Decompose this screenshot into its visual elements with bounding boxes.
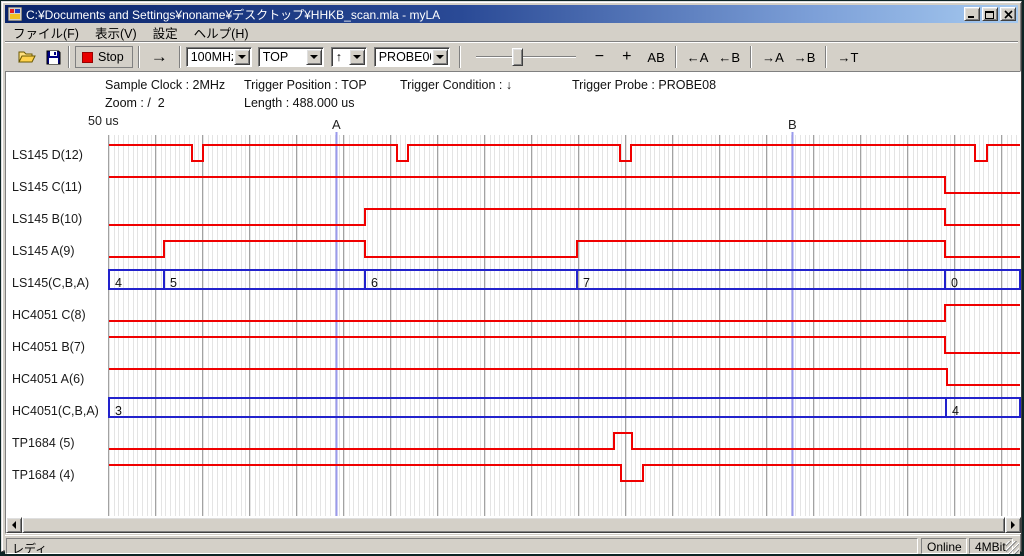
toolbar-separator xyxy=(825,46,827,68)
trigger-probe-value: PROBE00 xyxy=(375,50,431,64)
zoom-info: Zoom : / 2 xyxy=(105,96,165,110)
menu-item-3[interactable]: ヘルプ(H) xyxy=(186,21,257,44)
zoom-slider[interactable] xyxy=(476,47,576,67)
goto-b-right-button[interactable]: →B xyxy=(789,49,821,66)
channel-label: HC4051(C,B,A) xyxy=(12,403,99,419)
waveform-svg: A B 4 5 6 7 0 3 4 xyxy=(2,112,1024,518)
channel-label: LS145 C(11) xyxy=(12,179,82,195)
toolbar-separator xyxy=(675,46,677,68)
app-window: C:¥Documents and Settings¥noname¥デスクトップ¥… xyxy=(1,1,1022,552)
channel-label: LS145 B(10) xyxy=(12,211,82,227)
trigger-probe-combo[interactable]: PROBE00 xyxy=(374,47,450,67)
save-floppy-icon xyxy=(46,50,61,65)
zoom-out-button[interactable]: − xyxy=(590,47,609,67)
toolbar-separator xyxy=(179,46,181,68)
sample-rate-value: 100MHz xyxy=(187,50,233,64)
bus-value: 7 xyxy=(583,276,590,290)
goto-b-left-button[interactable]: ←B xyxy=(713,49,745,66)
stop-label: Stop xyxy=(98,50,124,64)
scrollbar-thumb[interactable] xyxy=(22,517,1005,533)
goto-a-right-button[interactable]: →A xyxy=(757,49,789,66)
trigger-edge-combo[interactable]: ↑ xyxy=(331,47,367,67)
goto-trigger-button[interactable]: →T xyxy=(832,49,863,66)
channel-label: HC4051 A(6) xyxy=(12,371,84,387)
chevron-down-icon[interactable] xyxy=(234,49,250,65)
chevron-down-icon[interactable] xyxy=(349,49,365,65)
toolbar-separator xyxy=(68,46,70,68)
channel-label: HC4051 C(8) xyxy=(12,307,86,323)
marker-A-label: A xyxy=(332,117,341,132)
trigger-position-combo[interactable]: TOP xyxy=(258,47,324,67)
trigger-position-value: TOP xyxy=(259,50,305,64)
chevron-down-icon[interactable] xyxy=(306,49,322,65)
triangle-right-icon xyxy=(1011,521,1015,529)
bus-value: 4 xyxy=(952,404,959,418)
horizontal-scrollbar[interactable] xyxy=(6,517,1021,533)
trigger-position-info: Trigger Position : TOP xyxy=(244,78,367,92)
toolbar-separator xyxy=(750,46,752,68)
online-status: Online xyxy=(921,538,967,554)
bus-value: 4 xyxy=(115,276,122,290)
scroll-left-button[interactable] xyxy=(6,517,22,533)
close-icon xyxy=(1004,10,1013,19)
ab-button[interactable]: AB xyxy=(642,49,669,66)
triangle-left-icon xyxy=(12,521,16,529)
save-button[interactable] xyxy=(43,48,63,66)
toolbar-separator xyxy=(459,46,461,68)
maximize-button[interactable] xyxy=(982,7,998,21)
bus-value: 6 xyxy=(371,276,378,290)
minimize-icon xyxy=(967,10,977,19)
resize-grip[interactable] xyxy=(1006,541,1019,554)
stop-icon xyxy=(82,52,93,63)
run-button[interactable]: → xyxy=(145,47,174,67)
trigger-condition-info: Trigger Condition : ↓ xyxy=(400,78,512,92)
tool-bar: Stop → 100MHz TOP ↑ PROBE00 xyxy=(5,43,1018,71)
waveform-area: 50 us AB4567034LS145 D(12)LS145 C(11)LS1… xyxy=(2,112,1024,518)
menu-item-0[interactable]: ファイル(F) xyxy=(5,21,87,44)
zoom-slider-thumb[interactable] xyxy=(512,48,523,66)
menu-bar: ファイル(F)表示(V)設定ヘルプ(H) xyxy=(5,23,1018,42)
zoom-in-button[interactable]: + xyxy=(617,47,636,67)
trigger-edge-value: ↑ xyxy=(332,50,348,64)
menu-item-2[interactable]: 設定 xyxy=(145,21,186,44)
channel-label: LS145(C,B,A) xyxy=(12,275,89,291)
menu-item-1[interactable]: 表示(V) xyxy=(87,21,145,44)
minimize-button[interactable] xyxy=(964,7,980,21)
bus-value: 3 xyxy=(115,404,122,418)
maximize-icon xyxy=(985,10,995,19)
bus-value: 0 xyxy=(951,276,958,290)
channel-label: LS145 D(12) xyxy=(12,147,83,163)
goto-a-left-button[interactable]: ←A xyxy=(682,49,714,66)
stop-button[interactable]: Stop xyxy=(75,46,133,68)
channel-label: HC4051 B(7) xyxy=(12,339,85,355)
close-button[interactable] xyxy=(1000,7,1016,21)
status-bar: レディ Online 4MBit xyxy=(5,535,1020,554)
channel-label: TP1684 (4) xyxy=(12,467,75,483)
app-icon[interactable] xyxy=(8,7,22,21)
bus-value: 5 xyxy=(170,276,177,290)
length-info: Length : 488.000 us xyxy=(244,96,355,110)
scroll-right-button[interactable] xyxy=(1005,517,1021,533)
channel-label: TP1684 (5) xyxy=(12,435,75,451)
toolbar-separator xyxy=(138,46,140,68)
trigger-probe-info: Trigger Probe : PROBE08 xyxy=(572,78,716,92)
open-folder-icon xyxy=(18,50,36,64)
sample-clock-info: Sample Clock : 2MHz xyxy=(105,78,225,92)
zoom-slider-track[interactable] xyxy=(476,56,576,58)
sample-rate-combo[interactable]: 100MHz xyxy=(186,47,252,67)
marker-B-label: B xyxy=(788,117,797,132)
open-file-button[interactable] xyxy=(17,48,37,66)
chevron-down-icon[interactable] xyxy=(432,49,448,65)
status-message: レディ xyxy=(6,538,918,554)
channel-label: LS145 A(9) xyxy=(12,243,75,259)
screen: C:¥Documents and Settings¥noname¥デスクトップ¥… xyxy=(0,0,1024,556)
